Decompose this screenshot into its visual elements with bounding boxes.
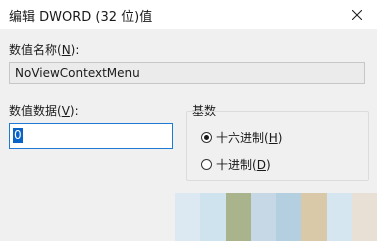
value-data-label: 数值数据(V): — [9, 104, 79, 118]
title-bar[interactable]: 编辑 DWORD (32 位)值 — [0, 0, 377, 29]
edit-dword-dialog: 编辑 DWORD (32 位)值 数值名称(N): NoViewContextM… — [0, 0, 377, 241]
close-icon — [352, 9, 362, 20]
strip-block — [200, 193, 226, 241]
strip-block — [276, 193, 302, 241]
value-data-text: 0 — [13, 128, 23, 143]
strip-block — [225, 193, 251, 241]
strip-block — [250, 193, 276, 241]
value-name-label: 数值名称(N): — [9, 43, 80, 57]
radio-checked-icon — [201, 132, 212, 143]
radio-unchecked-icon — [201, 159, 212, 170]
strip-block — [175, 193, 201, 241]
value-data-input[interactable]: 0 — [9, 123, 173, 149]
close-button[interactable] — [337, 0, 377, 29]
radio-decimal[interactable]: 十进制(D) — [201, 156, 271, 173]
strip-block — [301, 193, 327, 241]
dialog-title: 编辑 DWORD (32 位)值 — [9, 10, 153, 25]
radio-hexadecimal-label: 十六进制(H) — [216, 131, 283, 145]
radio-decimal-label: 十进制(D) — [216, 158, 271, 172]
strip-block — [326, 193, 352, 241]
value-name-field[interactable]: NoViewContextMenu — [9, 62, 365, 84]
strip-block — [351, 193, 377, 241]
background-strip — [175, 193, 377, 241]
radio-hexadecimal[interactable]: 十六进制(H) — [201, 129, 282, 146]
